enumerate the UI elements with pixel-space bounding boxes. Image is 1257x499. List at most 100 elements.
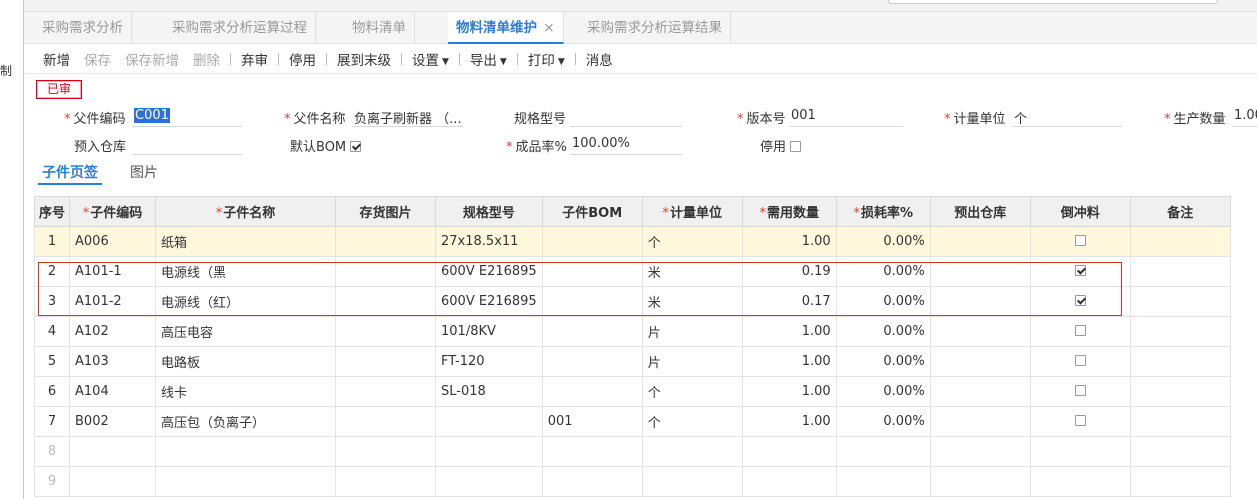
cell-image[interactable] — [335, 346, 437, 377]
col-header-bom[interactable]: 子件BOM — [541, 196, 643, 227]
cell-code[interactable]: A103 — [69, 346, 157, 377]
cell-spec[interactable]: 101/8KV — [435, 316, 543, 347]
cell-backflush[interactable] — [1029, 316, 1131, 347]
cell-spec[interactable] — [435, 406, 543, 437]
cell-backflush[interactable] — [1029, 256, 1131, 287]
table-row[interactable]: 6 A104 线卡 SL-018 个 1.00 0.00% — [33, 376, 1231, 407]
cell-unit[interactable]: 个 — [641, 376, 743, 407]
cell-unit[interactable]: 片 — [641, 316, 743, 347]
cell-wh[interactable] — [929, 376, 1031, 407]
col-header-loss[interactable]: *损耗率% — [835, 196, 931, 227]
cell-remark[interactable] — [1129, 226, 1231, 257]
cell-backflush[interactable] — [1029, 346, 1131, 377]
backflush-checkbox[interactable] — [1074, 385, 1086, 396]
parent-name-input[interactable]: 负离子刷新器 （... — [352, 108, 463, 127]
cell-bom[interactable] — [541, 436, 643, 467]
tab-images[interactable]: 图片 — [130, 162, 158, 182]
cell-image[interactable] — [335, 406, 437, 437]
yield-rate-input[interactable]: 100.00% — [570, 136, 682, 155]
cell-code[interactable]: A006 — [69, 226, 157, 257]
cell-bom[interactable] — [541, 346, 643, 377]
cell-qty[interactable]: 1.00 — [741, 226, 837, 257]
cell-image[interactable] — [335, 376, 437, 407]
cell-backflush[interactable] — [1029, 286, 1131, 317]
table-row-empty[interactable]: 9 — [33, 466, 1231, 497]
search-input[interactable] — [888, 0, 1218, 4]
cell-name[interactable]: 线卡 — [155, 376, 337, 407]
cell-loss[interactable]: 0.00% — [835, 376, 931, 407]
cell-unit[interactable]: 米 — [641, 286, 743, 317]
cell-wh[interactable] — [929, 316, 1031, 347]
cell-qty[interactable]: 1.00 — [741, 346, 837, 377]
save-button[interactable]: 保存 — [77, 49, 118, 69]
col-header-warehouse[interactable]: 预出仓库 — [929, 196, 1031, 227]
settings-menu[interactable]: 设置 ▼ — [405, 49, 456, 69]
cell-unit[interactable] — [641, 466, 743, 497]
cell-image[interactable] — [335, 256, 437, 287]
cell-name[interactable]: 电路板 — [155, 346, 337, 377]
quantity-input[interactable]: 1.00 — [1232, 108, 1257, 127]
cell-bom[interactable] — [541, 256, 643, 287]
col-header-spec[interactable]: 规格型号 — [435, 196, 543, 227]
cell-code[interactable]: A104 — [69, 376, 157, 407]
cell-unit[interactable]: 片 — [641, 346, 743, 377]
save-add-button[interactable]: 保存新增 — [118, 49, 186, 69]
tab-bom-maintain[interactable]: 物料清单维护 × — [448, 12, 564, 44]
cell-qty[interactable]: 0.17 — [741, 286, 837, 317]
left-nav-label[interactable]: 制 — [0, 62, 12, 79]
cell-name[interactable]: 高压包（负离子） — [155, 406, 337, 437]
cell-name[interactable]: 纸箱 — [155, 226, 337, 257]
cell-bom[interactable] — [541, 466, 643, 497]
expand-button[interactable]: 展到末级 — [330, 49, 398, 69]
close-icon[interactable]: × — [543, 20, 555, 36]
cell-code[interactable] — [69, 436, 157, 467]
table-row-empty[interactable]: 8 — [33, 436, 1231, 467]
message-button[interactable]: 消息 — [579, 49, 620, 69]
disabled-checkbox[interactable] — [790, 141, 802, 152]
cell-backflush[interactable] — [1029, 226, 1131, 257]
cell-loss[interactable]: 0.00% — [835, 286, 931, 317]
table-row[interactable]: 7 B002 高压包（负离子） 001 个 1.00 0.00% — [33, 406, 1231, 437]
backflush-checkbox[interactable] — [1074, 415, 1086, 426]
cell-spec[interactable]: SL-018 — [435, 376, 543, 407]
table-row[interactable]: 1 A006 纸箱 27x18.5x11 个 1.00 0.00% — [33, 226, 1231, 257]
cell-bom[interactable] — [541, 226, 643, 257]
cell-unit[interactable]: 个 — [641, 226, 743, 257]
tab-analysis-process[interactable]: 采购需求分析运算过程 — [164, 12, 316, 44]
parent-code-input[interactable]: C001 — [132, 108, 242, 127]
cell-qty[interactable]: 1.00 — [741, 316, 837, 347]
cell-code[interactable]: A102 — [69, 316, 157, 347]
cell-wh[interactable] — [929, 406, 1031, 437]
cell-image[interactable] — [335, 316, 437, 347]
cell-spec[interactable]: FT-120 — [435, 346, 543, 377]
default-bom-checkbox[interactable] — [350, 141, 362, 152]
table-row[interactable]: 3 A101-2 电源线（红） 600V E216895 米 0.17 0.00% — [33, 286, 1231, 317]
cell-loss[interactable]: 0.00% — [835, 226, 931, 257]
cell-remark[interactable] — [1129, 466, 1231, 497]
cell-image[interactable] — [335, 466, 437, 497]
col-header-code[interactable]: *子件编码 — [69, 196, 157, 227]
cell-qty[interactable] — [741, 436, 837, 467]
cell-qty[interactable]: 1.00 — [741, 406, 837, 437]
cell-code[interactable] — [69, 466, 157, 497]
unit-input[interactable]: 个 — [1012, 108, 1122, 127]
table-row[interactable]: 5 A103 电路板 FT-120 片 1.00 0.00% — [33, 346, 1231, 377]
cell-qty[interactable]: 1.00 — [741, 376, 837, 407]
add-button[interactable]: 新增 — [36, 49, 77, 69]
cell-backflush[interactable] — [1029, 436, 1131, 467]
backflush-checkbox[interactable] — [1074, 235, 1086, 246]
col-header-qty[interactable]: *需用数量 — [741, 196, 837, 227]
cell-loss[interactable] — [835, 436, 931, 467]
cell-loss[interactable]: 0.00% — [835, 406, 931, 437]
cell-image[interactable] — [335, 286, 437, 317]
cell-backflush[interactable] — [1029, 466, 1131, 497]
cell-name[interactable] — [155, 436, 337, 467]
cell-name[interactable]: 电源线（黑 — [155, 256, 337, 287]
cell-loss[interactable]: 0.00% — [835, 256, 931, 287]
cell-backflush[interactable] — [1029, 406, 1131, 437]
cell-name[interactable] — [155, 466, 337, 497]
col-header-unit[interactable]: *计量单位 — [641, 196, 743, 227]
cell-name[interactable]: 电源线（红） — [155, 286, 337, 317]
cell-unit[interactable]: 米 — [641, 256, 743, 287]
cell-spec[interactable]: 600V E216895 — [435, 286, 543, 317]
